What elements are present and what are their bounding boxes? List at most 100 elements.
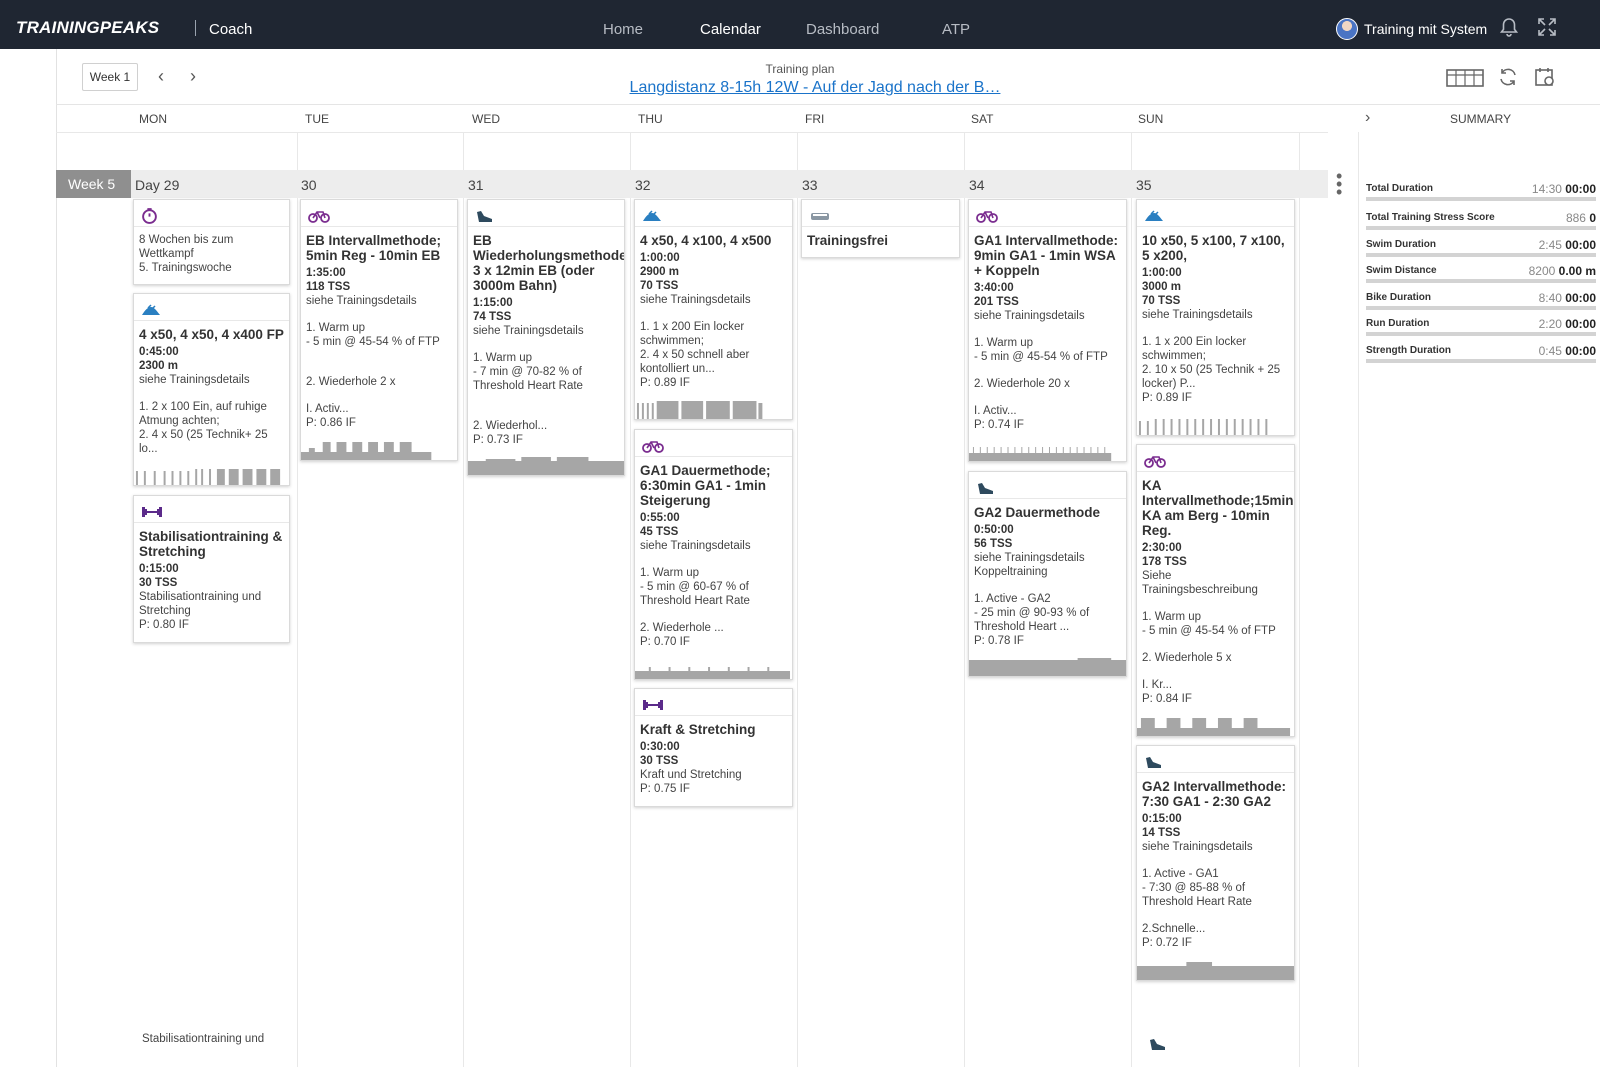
workout-steps: 1. Warm up - 5 min @ 45-54 % of FTP [974, 337, 1108, 363]
workout-tss: 45 TSS [640, 526, 679, 538]
fullscreen-icon[interactable] [1536, 16, 1558, 38]
calendar-view-icon[interactable] [1446, 66, 1484, 88]
bike-icon [642, 440, 664, 453]
workout-description: siehe Trainingsdetails [640, 294, 751, 306]
workout-steps: I. Kr... [1142, 679, 1173, 691]
summary-progress-bar [1366, 253, 1596, 257]
workout-card-swim[interactable]: 4 x50, 4 x100, 4 x500 1:00:00 2900 m 70 … [634, 199, 793, 420]
workout-card-bike[interactable]: KA Intervallmethode;15min KA am Berg - 1… [1136, 444, 1295, 737]
summary-planned: 8200 [1528, 264, 1556, 278]
trainingpeaks-logo[interactable]: TRAININGPEAKS [16, 18, 159, 38]
workout-card-bike[interactable]: GA1 Intervallmethode: 9min GA1 - 1min WS… [968, 199, 1127, 462]
week-options-kebab-icon[interactable]: • • • [1336, 167, 1342, 201]
next-week-peek-text: Stabilisationtraining und [142, 1033, 265, 1045]
summary-label: Strength Duration [1366, 345, 1451, 356]
workout-card-run[interactable]: GA2 Intervallmethode: 7:30 GA1 - 2:30 GA… [1136, 745, 1295, 981]
left-gutter-border [56, 49, 57, 1067]
plan-title-link[interactable]: Langdistanz 8-15h 12W - Auf der Jagd nac… [0, 79, 1600, 97]
refresh-icon[interactable] [1497, 66, 1519, 88]
workout-card-bike[interactable]: EB Intervallmethode; 5min Reg - 10min EB… [300, 199, 458, 461]
day-number: 35 [1136, 177, 1152, 193]
summary-progress-bar [1366, 306, 1596, 310]
swim-icon [643, 209, 661, 221]
user-menu[interactable]: Training mit System [1336, 18, 1487, 40]
workout-structure-graph [969, 658, 1126, 676]
rest-bed-icon [811, 212, 829, 220]
workout-description: Kraft und Stretching [640, 769, 742, 781]
summary-progress-bar [1366, 332, 1596, 336]
workout-steps: 1. 1 x 200 Ein locker schwimmen; 2. 4 x … [640, 321, 750, 375]
workout-duration: 0:15:00 [139, 563, 179, 575]
workout-title: 4 x50, 4 x50, 4 x400 FP [139, 327, 284, 342]
workout-description: 8 Wochen bis zum Wettkampf 5. Trainingsw… [139, 234, 234, 274]
workout-card-event[interactable]: 8 Wochen bis zum Wettkampf 5. Trainingsw… [133, 199, 290, 285]
workout-steps: I. Activ... [974, 405, 1017, 417]
workout-intensity-factor: P: 0.86 IF [306, 417, 356, 429]
workout-steps: 2. Wiederhol... [473, 420, 548, 432]
week-label[interactable]: Week 5 [56, 170, 131, 198]
run-shoe-icon [978, 482, 993, 494]
grid-col-divider [630, 132, 631, 1067]
summary-label: Bike Duration [1366, 292, 1432, 303]
workout-structure-graph [1138, 419, 1268, 435]
summary-divider [1358, 132, 1359, 1067]
workout-steps: 1. Warm up - 5 min @ 60-67 % of Threshol… [640, 567, 750, 607]
workout-card-swim[interactable]: 10 x50, 5 x100, 7 x100, 5 x200, 1:00:00 … [1136, 199, 1295, 436]
workout-duration: 2:30:00 [1142, 542, 1182, 554]
workout-card-strength[interactable]: Kraft & Stretching 0:30:00 30 TSS Kraft … [634, 688, 793, 807]
workout-card-strength[interactable]: Stabilisationtraining & Stretching 0:15:… [133, 495, 290, 643]
workout-duration: 0:55:00 [640, 512, 680, 524]
workout-distance: 2900 m [640, 266, 680, 278]
workout-steps: 2. Wiederhole ... [640, 622, 724, 634]
product-name: Coach [209, 21, 253, 38]
dayhead-fri: FRI [805, 112, 825, 126]
workout-title: GA2 Dauermethode [974, 505, 1101, 520]
workout-description: Stabilisationtraining und Stretching [139, 591, 262, 617]
summary-actual: 0 [1589, 211, 1596, 225]
dumbbell-icon [142, 506, 162, 517]
workout-card-run[interactable]: EB Wiederholungsmethode: 3 x 12min EB (o… [467, 199, 625, 476]
workout-structure-graph [301, 442, 432, 460]
day-number: 32 [635, 177, 651, 193]
workout-description: Siehe Trainingsbeschreibung [1142, 570, 1258, 596]
summary-label: Swim Duration [1366, 239, 1437, 250]
summary-heading: SUMMARY [1450, 112, 1512, 126]
workout-duration: 1:15:00 [473, 297, 513, 309]
workout-card-swim[interactable]: 4 x50, 4 x50, 4 x400 FP 0:45:00 2300 m s… [133, 293, 290, 486]
bell-icon[interactable] [1498, 16, 1520, 38]
grid-col-divider [1131, 132, 1132, 1067]
workout-steps: 2. Wiederhole 2 x [306, 376, 396, 388]
nav-home[interactable]: Home [603, 21, 643, 38]
workout-card-bike[interactable]: GA1 Dauermethode; 6:30min GA1 - 1min Ste… [634, 429, 793, 680]
workout-steps: 1. Warm up - 5 min @ 45-54 % of FTP [306, 322, 440, 348]
workout-title: 10 x50, 5 x100, 7 x100, 5 x200, [1142, 233, 1285, 263]
workout-intensity-factor: P: 0.74 IF [974, 419, 1024, 431]
day-number: 34 [969, 177, 985, 193]
nav-atp[interactable]: ATP [942, 21, 970, 38]
day-number: Day 29 [135, 177, 180, 193]
workout-structure-graph [969, 447, 1112, 461]
summary-toggle-chevron-icon[interactable]: › [1365, 109, 1370, 127]
workout-card-rest[interactable]: Trainingsfrei [801, 199, 960, 258]
workout-duration: 1:00:00 [1142, 267, 1182, 279]
workout-tss: 70 TSS [640, 280, 679, 292]
nav-dashboard[interactable]: Dashboard [806, 21, 879, 38]
workout-card-run[interactable]: GA2 Dauermethode 0:50:00 56 TSS siehe Tr… [968, 471, 1127, 677]
workout-tss: 30 TSS [139, 577, 178, 589]
day-number: 33 [802, 177, 818, 193]
stopwatch-icon [142, 208, 157, 224]
nav-calendar[interactable]: Calendar [700, 21, 761, 38]
workout-description: siehe Trainingsdetails [640, 540, 751, 552]
workout-duration: 0:50:00 [974, 524, 1014, 536]
workout-tss: 56 TSS [974, 538, 1013, 550]
dumbbell-icon [643, 699, 663, 710]
workout-structure-graph [636, 401, 763, 419]
plan-caption: Training plan [765, 62, 835, 76]
summary-actual: 0.00 m [1558, 264, 1596, 278]
summary-planned: 8:40 [1538, 291, 1562, 305]
summary-progress-bar [1366, 226, 1596, 230]
calendar-settings-icon[interactable] [1534, 66, 1556, 88]
workout-steps: 1. Warm up - 7 min @ 70-82 % of Threshol… [473, 352, 583, 392]
user-name: Training mit System [1364, 21, 1488, 37]
day-number: 30 [301, 177, 317, 193]
